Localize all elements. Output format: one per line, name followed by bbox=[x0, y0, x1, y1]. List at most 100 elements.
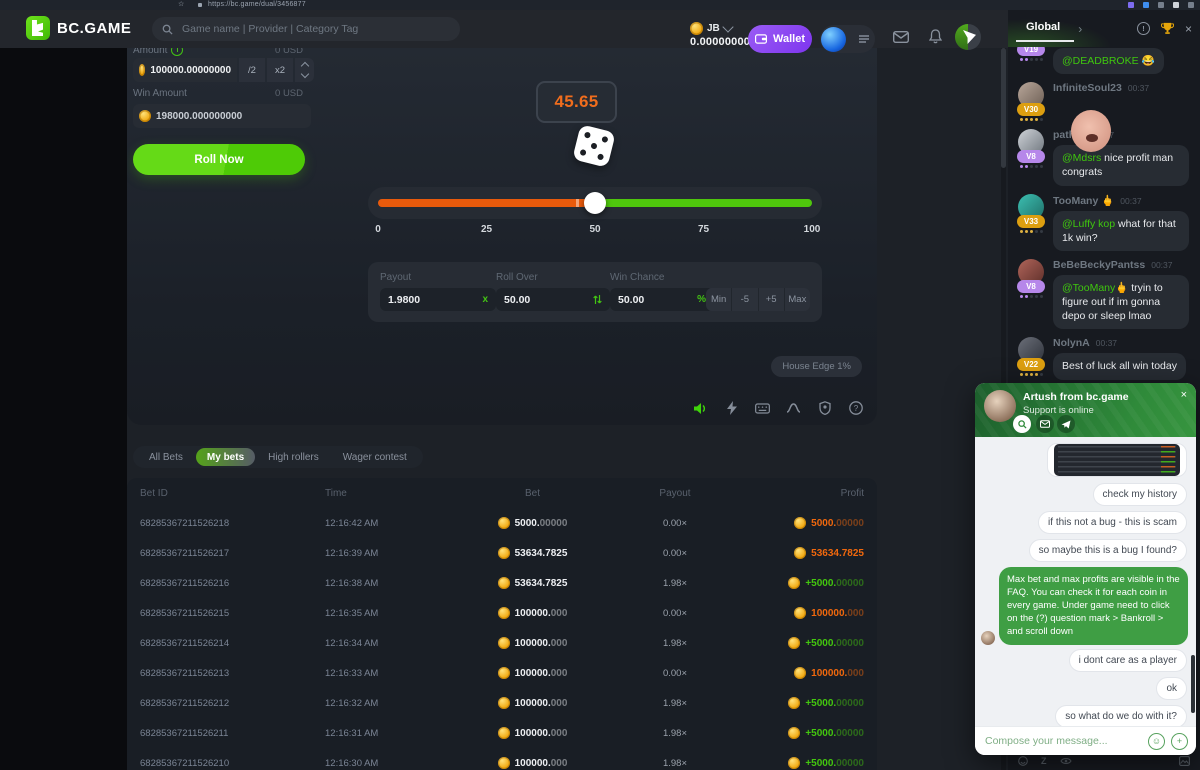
user-mention[interactable]: @Mdsrs bbox=[1062, 152, 1101, 164]
image-icon[interactable] bbox=[1179, 756, 1190, 766]
support-message-input[interactable] bbox=[983, 734, 1142, 748]
win-chance-input[interactable]: 50.00 % bbox=[610, 288, 714, 311]
user-mention[interactable]: @TooMany🖕 bbox=[1062, 282, 1128, 294]
bookmark-star-icon[interactable] bbox=[1158, 2, 1164, 8]
emoji-icon[interactable] bbox=[1018, 756, 1028, 766]
chat-tab-global[interactable]: Global bbox=[1026, 21, 1060, 37]
user-mention[interactable]: @Luffy kop bbox=[1062, 218, 1115, 230]
bookmark-icon[interactable]: ☆ bbox=[178, 1, 184, 9]
live-stats-icon[interactable] bbox=[786, 401, 801, 416]
amount-stepper[interactable] bbox=[295, 58, 314, 82]
support-agent-avatar-small bbox=[981, 631, 995, 645]
table-row[interactable]: 6828536721152621512:16:35 AM 100000.000 … bbox=[127, 598, 877, 628]
slider-thumb[interactable] bbox=[584, 192, 606, 214]
trophy-icon[interactable] bbox=[1161, 22, 1174, 35]
tab-wager-contest[interactable]: Wager contest bbox=[332, 448, 418, 466]
game-search[interactable] bbox=[152, 17, 460, 41]
browser-address-bar[interactable]: ☆ https://bc.game/dual/3456877 bbox=[0, 0, 1200, 10]
bc-game-logo[interactable]: BC.GAME bbox=[26, 16, 131, 40]
username[interactable]: TooMany 🖕 bbox=[1053, 194, 1114, 207]
support-close-icon[interactable]: × bbox=[1181, 389, 1187, 401]
help-question-icon[interactable]: ? bbox=[848, 401, 863, 416]
tab-high-rollers[interactable]: High rollers bbox=[257, 448, 330, 466]
jb-coin-icon bbox=[139, 64, 145, 76]
support-telegram-icon[interactable] bbox=[1057, 415, 1075, 433]
chat-close-icon[interactable]: × bbox=[1185, 23, 1192, 35]
table-row[interactable]: 6828536721152621612:16:38 AM 53634.7825 … bbox=[127, 568, 877, 598]
table-row[interactable]: 6828536721152621012:16:30 AM 100000.000 … bbox=[127, 748, 877, 770]
menu-icon[interactable] bbox=[1188, 2, 1194, 8]
roll-over-input[interactable]: 50.00 bbox=[496, 288, 610, 311]
minus5-button[interactable]: -5 bbox=[731, 288, 757, 311]
payout-label: Payout bbox=[380, 272, 411, 283]
support-search-icon[interactable] bbox=[1013, 415, 1031, 433]
tick-75: 75 bbox=[698, 224, 709, 235]
jb-coin-icon bbox=[498, 517, 510, 529]
user-bubble: i dont care as a player bbox=[1069, 649, 1187, 672]
table-row[interactable]: 6828536721152621312:16:33 AM 100000.000 … bbox=[127, 658, 877, 688]
roll-slider[interactable] bbox=[368, 187, 822, 219]
support-status: Support is online bbox=[1023, 405, 1094, 416]
username[interactable]: InfiniteSoul23 bbox=[1053, 82, 1122, 94]
house-edge-badge: House Edge 1% bbox=[771, 356, 862, 377]
payout-value: 1.9800 bbox=[388, 294, 420, 306]
table-row[interactable]: 6828536721152621712:16:39 AM 53634.7825 … bbox=[127, 538, 877, 568]
support-email-icon[interactable] bbox=[1036, 415, 1054, 433]
support-agent-avatar bbox=[984, 390, 1016, 422]
user-bubble: ok bbox=[1156, 677, 1187, 700]
currency-selector[interactable]: JB bbox=[690, 22, 732, 35]
mail-icon[interactable] bbox=[893, 31, 909, 43]
url-text[interactable]: https://bc.game/dual/3456877 bbox=[208, 0, 306, 10]
username[interactable]: BeBeBeckyPantss bbox=[1053, 259, 1145, 271]
profile-icon[interactable] bbox=[1173, 2, 1179, 8]
profile-menu[interactable] bbox=[820, 25, 875, 53]
hotkeys-keyboard-icon[interactable] bbox=[755, 401, 770, 416]
emoji-picker-icon[interactable]: ☺ bbox=[1148, 733, 1165, 750]
half-bet-button[interactable]: /2 bbox=[239, 58, 265, 82]
search-input[interactable] bbox=[180, 22, 450, 36]
tab-all-bets[interactable]: All Bets bbox=[138, 448, 194, 466]
browser-extensions bbox=[1128, 2, 1194, 8]
attached-screenshot[interactable] bbox=[1047, 443, 1187, 477]
info-icon[interactable]: i bbox=[171, 48, 183, 56]
turbo-lightning-icon[interactable] bbox=[724, 401, 739, 416]
roll-now-button[interactable]: Roll Now bbox=[133, 144, 305, 175]
attach-plus-icon[interactable]: + bbox=[1171, 733, 1188, 750]
chat-rules-icon[interactable]: ! bbox=[1137, 22, 1150, 35]
table-row[interactable]: 6828536721152621212:16:32 AM 100000.000 … bbox=[127, 688, 877, 718]
extension-icon[interactable] bbox=[1143, 2, 1149, 8]
fairness-shield-icon[interactable] bbox=[817, 401, 832, 416]
table-row[interactable]: 6828536721152621812:16:42 AM 5000.00000 … bbox=[127, 508, 877, 538]
max-button[interactable]: Max bbox=[784, 288, 810, 311]
jb-coin-icon bbox=[788, 757, 800, 769]
chat-header: Global › ! × bbox=[1008, 10, 1200, 47]
win-chance-quick-buttons: Min -5 +5 Max bbox=[706, 288, 810, 311]
jb-coin-icon bbox=[690, 22, 703, 35]
extension-icon[interactable] bbox=[1128, 2, 1134, 8]
wallet-button[interactable]: Wallet bbox=[748, 25, 812, 53]
game-toolbar: ? bbox=[127, 393, 877, 423]
gif-icon[interactable]: Z bbox=[1041, 756, 1047, 766]
amount-label: Amount bbox=[133, 48, 167, 56]
bet-amount-input[interactable]: 100000.00000000 bbox=[133, 58, 237, 82]
bonus-spinner-icon[interactable] bbox=[955, 24, 981, 50]
table-row[interactable]: 6828536721152621412:16:34 AM 100000.000 … bbox=[127, 628, 877, 658]
double-bet-button[interactable]: x2 bbox=[267, 58, 293, 82]
table-row[interactable]: 6828536721152621112:16:31 AM 100000.000 … bbox=[127, 718, 877, 748]
notifications-bell-icon[interactable] bbox=[929, 29, 942, 44]
col-bet: Bet bbox=[525, 488, 540, 499]
plus5-button[interactable]: +5 bbox=[758, 288, 784, 311]
roll-over-value: 50.00 bbox=[504, 294, 530, 306]
tab-my-bets[interactable]: My bets bbox=[196, 448, 255, 466]
support-scrollbar[interactable] bbox=[1191, 655, 1195, 713]
username[interactable]: NolynA bbox=[1053, 337, 1090, 349]
user-bubble: if this not a bug - this is scam bbox=[1038, 511, 1187, 534]
payout-input[interactable]: 1.9800 x bbox=[380, 288, 496, 311]
sound-icon[interactable] bbox=[693, 401, 708, 416]
user-mention[interactable]: @DEADBROKE bbox=[1062, 55, 1139, 67]
min-button[interactable]: Min bbox=[706, 288, 731, 311]
chevron-right-icon[interactable]: › bbox=[1078, 22, 1082, 36]
swap-arrows-icon[interactable] bbox=[593, 294, 602, 305]
eye-icon[interactable] bbox=[1060, 757, 1072, 765]
user-avatar[interactable] bbox=[821, 27, 846, 52]
